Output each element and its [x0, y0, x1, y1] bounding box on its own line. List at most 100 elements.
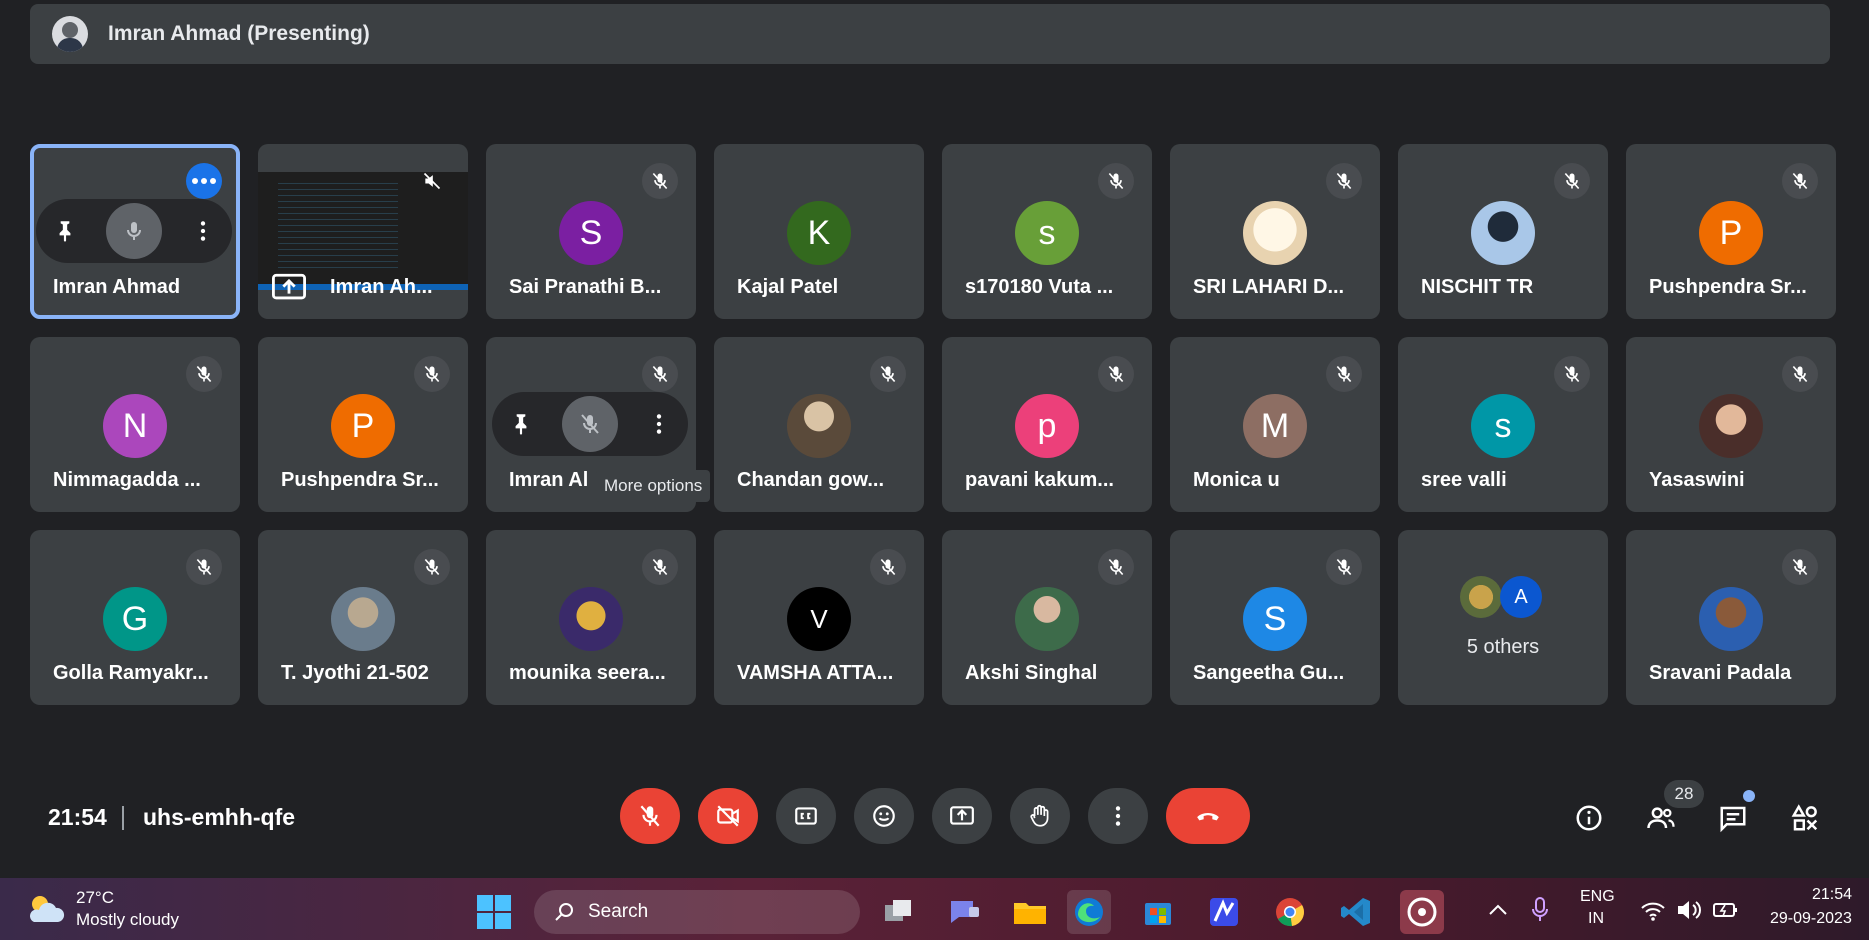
participant-tile[interactable]: p pavani kakum... — [942, 337, 1152, 512]
mic-off-icon — [1326, 549, 1362, 585]
participant-tile[interactable]: P Pushpendra Sr... — [1626, 144, 1836, 319]
taskbar-search[interactable]: Search — [534, 890, 860, 934]
people-button[interactable] — [1643, 800, 1679, 836]
edge-browser-icon[interactable] — [1067, 890, 1111, 934]
presenter-banner[interactable]: Imran Ahmad (Presenting) — [30, 4, 1830, 64]
present-now-button[interactable] — [932, 788, 992, 844]
participant-tile[interactable]: T. Jyothi 21-502 — [258, 530, 468, 705]
chevron-up-icon[interactable] — [1488, 902, 1508, 916]
participant-tile[interactable]: N Nimmagadda ... — [30, 337, 240, 512]
mic-toggle-button[interactable] — [620, 788, 680, 844]
tile-hover-controls — [36, 199, 232, 263]
pin-icon[interactable] — [508, 411, 534, 437]
avatar: P — [331, 394, 395, 458]
participant-name: mounika seera... — [509, 662, 666, 684]
participant-name: Yasaswini — [1649, 469, 1745, 491]
teams-chat-icon[interactable] — [942, 890, 986, 934]
participant-name: Chandan gow... — [737, 469, 885, 491]
avatar: S — [1243, 587, 1307, 651]
wifi-icon[interactable] — [1640, 900, 1666, 922]
mic-off-icon — [1098, 549, 1134, 585]
participant-tile-screenshare[interactable]: Imran Ah... — [258, 144, 468, 319]
participant-tile-self[interactable]: Imran Ahmad — [30, 144, 240, 319]
leave-call-button[interactable] — [1166, 788, 1250, 844]
mute-participant-icon[interactable] — [106, 203, 162, 259]
emoji-icon — [873, 805, 895, 827]
reactions-button[interactable] — [854, 788, 914, 844]
pin-icon[interactable] — [52, 218, 78, 244]
captions-button[interactable] — [776, 788, 836, 844]
chat-button[interactable] — [1715, 800, 1751, 836]
avatar-photo — [1471, 201, 1535, 265]
more-vert-icon[interactable] — [646, 411, 672, 437]
battery-charging-icon[interactable] — [1712, 898, 1738, 922]
participant-tile[interactable]: NISCHIT TR — [1398, 144, 1608, 319]
cloudy-weather-icon — [30, 896, 65, 922]
others-count: 5 others — [1466, 636, 1540, 658]
app-icon[interactable] — [1202, 890, 1246, 934]
obs-recorder-icon[interactable] — [1400, 890, 1444, 934]
activities-button[interactable] — [1787, 800, 1823, 836]
mic-off-icon — [642, 163, 678, 199]
meeting-code: uhs-emhh-qfe — [143, 804, 296, 830]
participant-name: VAMSHA ATTA... — [737, 662, 894, 684]
meet-window: Imran Ahmad (Presenting) Imran Ahmad Imr… — [6, 0, 1863, 878]
camera-toggle-button[interactable] — [698, 788, 758, 844]
task-view-icon[interactable] — [876, 890, 920, 934]
vscode-icon[interactable] — [1334, 890, 1378, 934]
presenter-avatar — [52, 16, 88, 52]
participant-tile[interactable]: G Golla Ramyakr... — [30, 530, 240, 705]
others-tile[interactable]: A 5 others — [1398, 530, 1608, 705]
participant-tile[interactable]: M Monica u — [1170, 337, 1380, 512]
call-end-icon — [1197, 813, 1219, 821]
chrome-icon[interactable] — [1268, 890, 1312, 934]
avatar-photo — [787, 394, 851, 458]
participant-tile[interactable]: SRI LAHARI D... — [1170, 144, 1380, 319]
participant-tile[interactable]: S Sangeetha Gu... — [1170, 530, 1380, 705]
control-bar: 21:54 uhs-emhh-qfe 28 — [6, 780, 1863, 854]
raise-hand-button[interactable] — [1010, 788, 1070, 844]
participant-tile[interactable]: Chandan gow... — [714, 337, 924, 512]
volume-icon[interactable] — [1676, 898, 1702, 922]
videocam-off-icon — [717, 805, 739, 827]
participant-tile[interactable]: V VAMSHA ATTA... — [714, 530, 924, 705]
mic-off-icon — [1554, 163, 1590, 199]
file-explorer-icon[interactable] — [1008, 890, 1052, 934]
mute-participant-icon[interactable] — [562, 396, 618, 452]
participant-name: Pushpendra Sr... — [1649, 276, 1807, 298]
microphone-icon[interactable] — [1530, 896, 1550, 924]
avatar-photo — [1243, 201, 1307, 265]
participant-tile[interactable]: S Sai Pranathi B... — [486, 144, 696, 319]
avatar-photo — [331, 587, 395, 651]
participant-tile[interactable]: mounika seera... — [486, 530, 696, 705]
present-screen-icon — [272, 273, 306, 300]
language-region: IN — [1588, 910, 1604, 927]
chat-notification-dot — [1743, 790, 1755, 802]
language-indicator[interactable]: ENG — [1580, 888, 1615, 906]
avatar-photo — [1699, 394, 1763, 458]
weather-widget[interactable]: 27°C Mostly cloudy — [26, 886, 226, 934]
avatar: K — [787, 201, 851, 265]
participant-tile[interactable]: s s170180 Vuta ... — [942, 144, 1152, 319]
participant-tile[interactable]: K Kajal Patel — [714, 144, 924, 319]
participant-tile[interactable]: s sree valli — [1398, 337, 1608, 512]
more-vert-icon[interactable] — [190, 218, 216, 244]
mic-off-icon — [870, 549, 906, 585]
microsoft-store-icon[interactable] — [1136, 890, 1180, 934]
present-screen-icon — [950, 806, 974, 825]
taskbar-date[interactable]: 29-09-2023 — [1770, 910, 1852, 928]
participant-name: Imran Ah... — [330, 276, 433, 298]
windows-start-icon[interactable] — [476, 894, 512, 930]
participant-tile[interactable]: Yasaswini — [1626, 337, 1836, 512]
info-icon — [1576, 805, 1602, 831]
avatar: p — [1015, 394, 1079, 458]
meeting-details-button[interactable] — [1571, 800, 1607, 836]
participant-tile[interactable]: Akshi Singhal — [942, 530, 1152, 705]
more-options-button[interactable] — [1088, 788, 1148, 844]
more-options-badge-icon[interactable] — [186, 163, 222, 199]
mic-off-icon — [186, 356, 222, 392]
taskbar-time[interactable]: 21:54 — [1812, 886, 1852, 904]
participant-name: Monica u — [1193, 469, 1280, 491]
participant-tile[interactable]: P Pushpendra Sr... — [258, 337, 468, 512]
participant-tile[interactable]: Sravani Padala — [1626, 530, 1836, 705]
